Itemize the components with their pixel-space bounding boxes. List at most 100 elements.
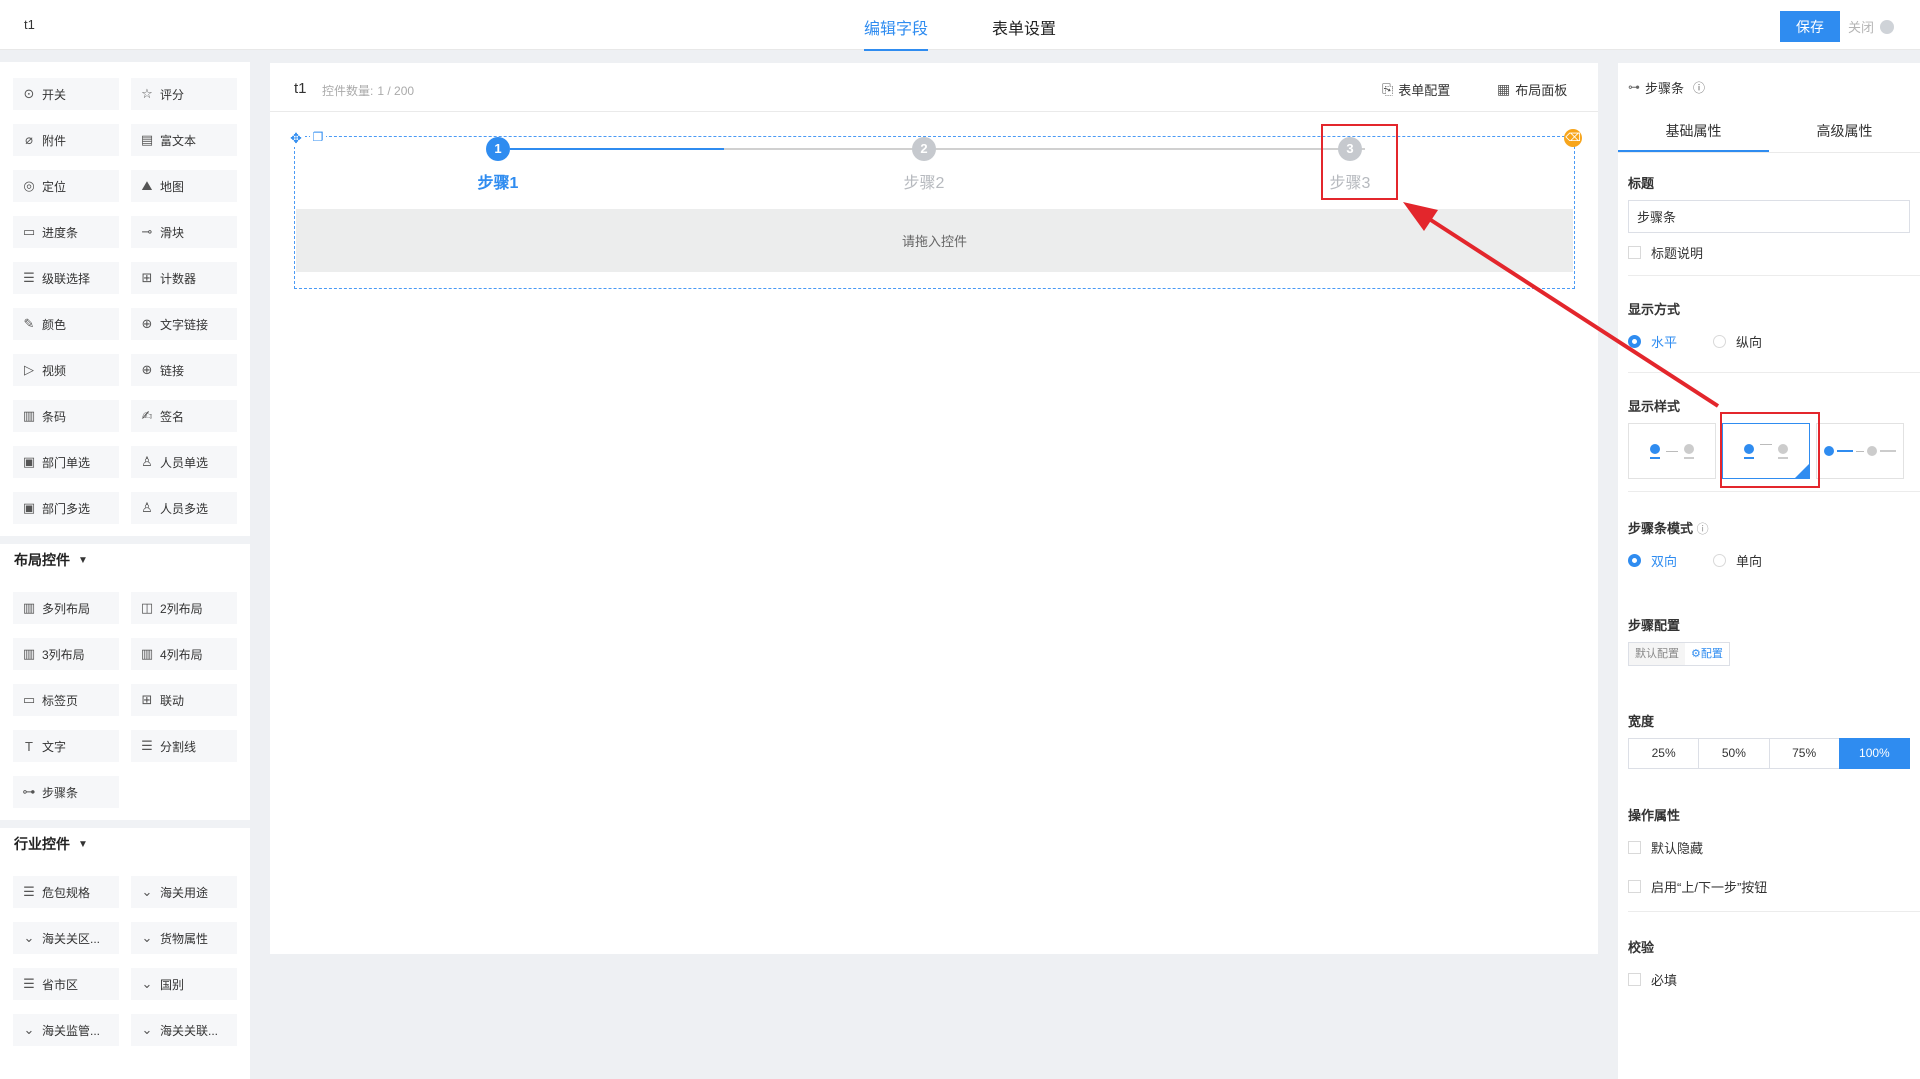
style-option-3[interactable] — [1816, 423, 1904, 479]
layout-panel-label: 布局面板 — [1515, 83, 1568, 98]
hide-default-option[interactable]: 默认隐藏 — [1628, 838, 1910, 857]
info-icon[interactable]: ⓘ — [1693, 79, 1705, 96]
basic-component-item[interactable]: ⊞ 计数器 — [131, 262, 237, 294]
step-1-number: 1 — [486, 137, 510, 161]
hide-default-checkbox[interactable] — [1628, 841, 1641, 854]
industry-component-item[interactable]: ⌄ 国别 — [131, 968, 237, 1000]
radio-horizontal-label[interactable]: 水平 — [1651, 332, 1677, 351]
basic-component-item[interactable]: ▷ 视频 — [13, 354, 119, 386]
width-50-button[interactable]: 50% — [1698, 738, 1769, 769]
industry-section-header[interactable]: 行业控件 ▼ — [0, 820, 250, 860]
basic-component-item-label: 条码 — [42, 409, 67, 424]
info-icon[interactable]: ⓘ — [1697, 522, 1709, 536]
step-2[interactable]: 2 步骤2 — [864, 137, 984, 193]
steps-config-label: 步骤配置 — [1628, 618, 1681, 633]
basic-component-item[interactable]: ⊕ 链接 — [131, 354, 237, 386]
layout-panel-button[interactable]: ▦ 布局面板 — [1497, 80, 1567, 99]
title-desc-checkbox[interactable] — [1628, 246, 1641, 259]
style-option-1[interactable] — [1628, 423, 1716, 479]
basic-component-item-label: 人员多选 — [160, 501, 209, 516]
industry-component-item[interactable]: ☰ 危包规格 — [13, 876, 119, 908]
basic-component-item[interactable]: ☆ 评分 — [131, 78, 237, 110]
drop-zone[interactable]: 请拖入控件 — [296, 209, 1573, 272]
title-desc-option[interactable]: 标题说明 — [1628, 243, 1910, 262]
basic-component-item[interactable]: ✎ 颜色 — [13, 308, 119, 340]
basic-component-item[interactable]: ▣ 部门多选 — [13, 492, 119, 524]
basic-component-item-label: 富文本 — [160, 133, 197, 148]
layout-component-item[interactable]: ▥ 多列布局 — [13, 592, 119, 624]
basic-component-item[interactable]: ▭ 进度条 — [13, 216, 119, 248]
basic-component-item[interactable]: ✍ 签名 — [131, 400, 237, 432]
default-config-option[interactable]: 默认配置 — [1629, 643, 1685, 665]
step-1-label: 步骤1 — [477, 175, 519, 192]
basic-component-item[interactable]: ▤ 富文本 — [131, 124, 237, 156]
title-input[interactable] — [1628, 200, 1910, 233]
radio-vertical[interactable] — [1713, 335, 1727, 348]
style-3-dot-a — [1824, 446, 1834, 456]
radio-vertical-label[interactable]: 纵向 — [1736, 332, 1762, 351]
basic-component-item[interactable]: ♙ 人员单选 — [131, 446, 237, 478]
industry-component-item[interactable]: ⌄ 货物属性 — [131, 922, 237, 954]
basic-component-item[interactable]: ▥ 条码 — [13, 400, 119, 432]
layout-component-item[interactable]: ▥ 4列布局 — [131, 638, 237, 670]
basic-component-item[interactable]: ⊸ 滑块 — [131, 216, 237, 248]
basic-component-item-label: 部门多选 — [42, 501, 91, 516]
enable-nav-checkbox[interactable] — [1628, 880, 1641, 893]
layout-component-item[interactable]: ⊶ 步骤条 — [13, 776, 119, 808]
layout-component-item[interactable]: ▥ 3列布局 — [13, 638, 119, 670]
display-mode-options: 水平 纵向 — [1628, 332, 1910, 351]
radio-bidirectional[interactable] — [1628, 554, 1641, 567]
style-option-2[interactable] — [1722, 423, 1810, 479]
basic-component-item[interactable]: ♙ 人员多选 — [131, 492, 237, 524]
save-button[interactable]: 保存 — [1780, 11, 1840, 42]
basic-component-item[interactable]: ◎ 定位 — [13, 170, 119, 202]
industry-component-item[interactable]: ☰ 省市区 — [13, 968, 119, 1000]
steps-component[interactable]: ✥ ❐ ⌫ 1 步骤1 2 步骤2 3 步骤3 请拖入控件 — [287, 129, 1582, 289]
required-option[interactable]: 必填 — [1628, 970, 1910, 989]
paperclip-icon: ⌀ — [25, 132, 33, 147]
basic-component-item[interactable]: ⌀ 附件 — [13, 124, 119, 156]
layout-component-item[interactable]: ⊞ 联动 — [131, 684, 237, 716]
layout-component-item[interactable]: ☰ 分割线 — [131, 730, 237, 762]
basic-component-item-label: 开关 — [42, 87, 67, 102]
copy-icon[interactable]: ❐ — [310, 130, 326, 146]
enable-nav-option[interactable]: 启用“上/下一步”按钮 — [1628, 877, 1910, 896]
close-button[interactable]: 关闭 — [1848, 17, 1895, 36]
step-3-number: 3 — [1338, 137, 1362, 161]
layout-component-item[interactable]: ▭ 标签页 — [13, 684, 119, 716]
industry-component-item[interactable]: ⌄ 海关用途 — [131, 876, 237, 908]
radio-unidirectional[interactable] — [1713, 554, 1727, 567]
basic-component-item[interactable]: ▣ 部门单选 — [13, 446, 119, 478]
step-3[interactable]: 3 步骤3 — [1290, 137, 1410, 193]
form-config-button[interactable]: ⎘ 表单配置 — [1382, 80, 1450, 99]
width-100-button[interactable]: 100% — [1838, 738, 1910, 769]
basic-component-item[interactable]: ⊙ 开关 — [13, 78, 119, 110]
enable-nav-label: 启用“上/下一步”按钮 — [1651, 880, 1768, 895]
industry-component-item[interactable]: ⌄ 海关关联... — [131, 1014, 237, 1046]
layout-section-header[interactable]: 布局控件 ▼ — [0, 536, 250, 576]
title-desc-label: 标题说明 — [1651, 246, 1704, 261]
industry-component-item[interactable]: ⌄ 海关监管... — [13, 1014, 119, 1046]
basic-component-item[interactable]: ☰ 级联选择 — [13, 262, 119, 294]
tab-edit-fields[interactable]: 编辑字段 — [864, 15, 929, 51]
custom-config-option[interactable]: ⚙配置 — [1685, 643, 1729, 665]
required-checkbox[interactable] — [1628, 973, 1641, 986]
radio-unidirectional-label[interactable]: 单向 — [1736, 551, 1762, 570]
radio-horizontal[interactable] — [1628, 335, 1641, 348]
layout-component-item[interactable]: ◫ 2列布局 — [131, 592, 237, 624]
move-icon[interactable]: ✥ — [287, 129, 305, 147]
width-25-button[interactable]: 25% — [1628, 738, 1699, 769]
basic-component-item[interactable]: ⊕ 文字链接 — [131, 308, 237, 340]
delete-icon[interactable]: ⌫ — [1564, 129, 1582, 147]
radio-bidirectional-label[interactable]: 双向 — [1651, 551, 1677, 570]
tab-form-settings[interactable]: 表单设置 — [992, 15, 1056, 49]
tab-basic-properties[interactable]: 基础属性 — [1618, 111, 1769, 152]
step-1[interactable]: 1 步骤1 — [438, 137, 558, 193]
industry-component-item[interactable]: ⌄ 海关关区... — [13, 922, 119, 954]
basic-component-item[interactable]: ⛰ 地图 — [131, 170, 237, 202]
display-style-label: 显示样式 — [1628, 399, 1681, 414]
layout-component-item[interactable]: T 文字 — [13, 730, 119, 762]
width-75-button[interactable]: 75% — [1768, 738, 1839, 769]
tab-advanced-properties[interactable]: 高级属性 — [1769, 111, 1920, 152]
panel-tabs: 基础属性 高级属性 — [1618, 111, 1920, 153]
